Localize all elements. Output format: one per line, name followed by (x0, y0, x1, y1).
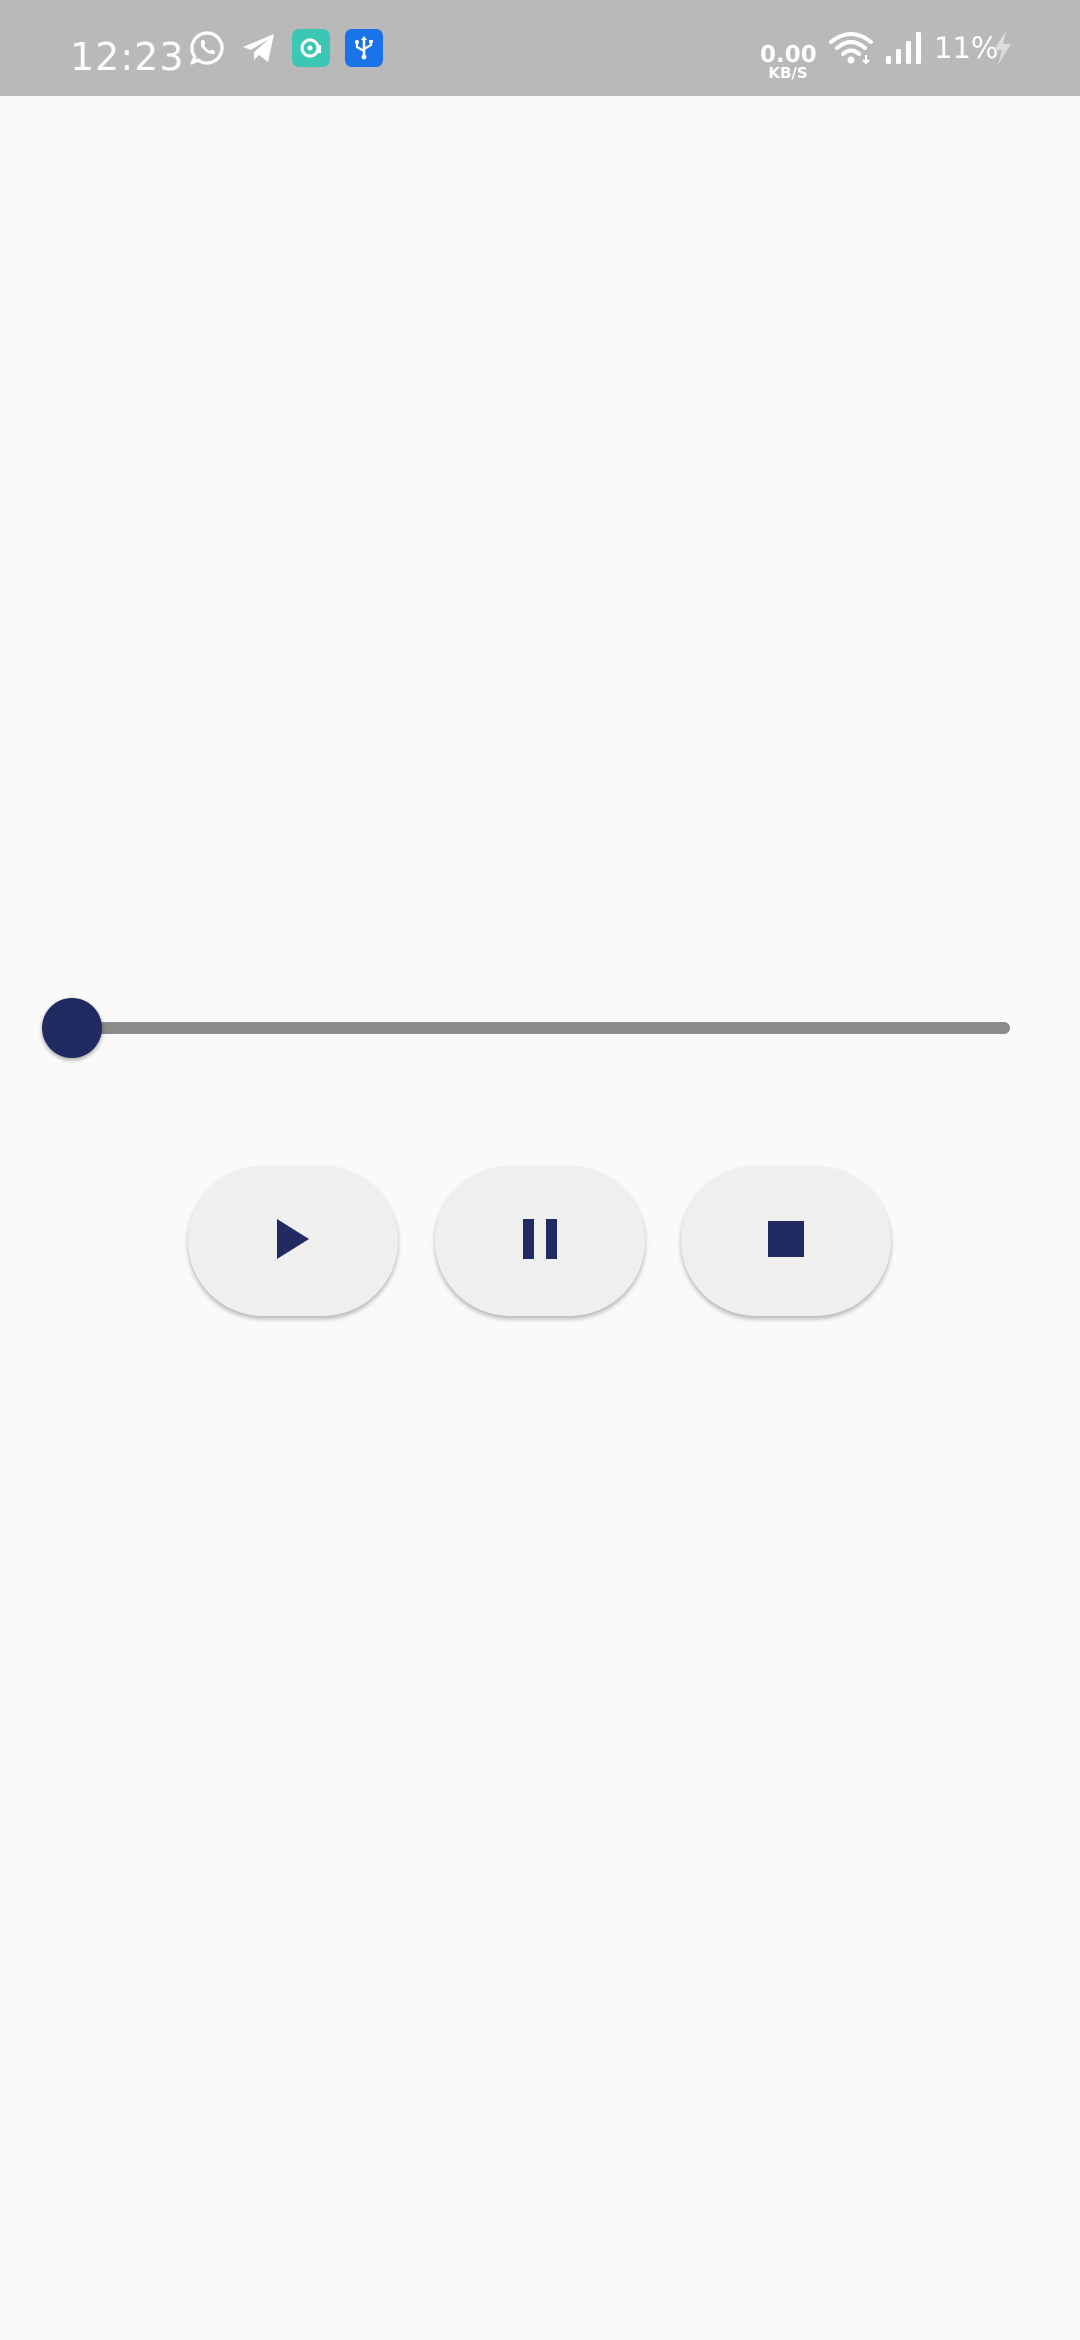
status-time: 12:23 (70, 35, 185, 79)
battery-percentage: 11% (934, 31, 999, 65)
seek-slider[interactable] (40, 998, 1020, 1060)
slider-track[interactable] (72, 1022, 1010, 1034)
play-button[interactable] (188, 1166, 398, 1316)
wifi-icon (828, 29, 874, 67)
playback-controls (188, 1166, 892, 1318)
app-notification-icon (292, 29, 330, 67)
network-speed-value: 0.00 (760, 42, 817, 68)
stop-icon (767, 1220, 805, 1263)
usb-icon (345, 29, 383, 67)
charging-bolt-icon (990, 29, 1014, 67)
stop-button[interactable] (681, 1166, 891, 1316)
signal-icon (884, 30, 926, 66)
whatsapp-icon (188, 29, 226, 67)
slider-thumb[interactable] (42, 998, 102, 1058)
play-icon (275, 1218, 311, 1265)
pause-button[interactable] (435, 1166, 645, 1316)
network-speed-indicator: 0.00 KB/S (760, 42, 817, 82)
network-speed-unit: KB/S (768, 64, 808, 82)
pause-icon (521, 1218, 559, 1265)
status-bar: 12:23 0.00 KB/S 11% (0, 0, 1080, 96)
telegram-icon (240, 29, 278, 67)
